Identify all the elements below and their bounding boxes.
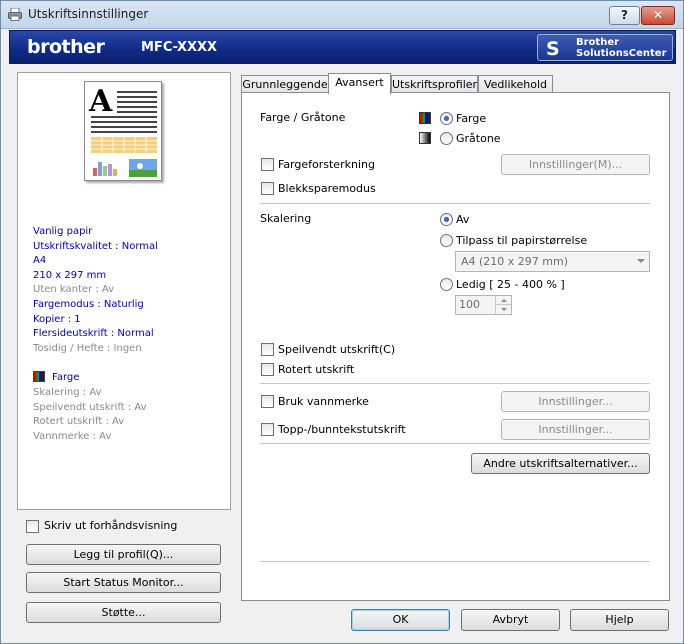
add-profile-button[interactable]: Legg til profil(Q)... bbox=[26, 544, 221, 565]
separator bbox=[260, 383, 650, 384]
stepper-up-icon[interactable] bbox=[495, 296, 511, 305]
support-button[interactable]: Støtte... bbox=[26, 602, 221, 623]
scaling-off-label: Av bbox=[456, 213, 470, 226]
grayscale-option-label: Gråtone bbox=[456, 132, 501, 145]
summary-watermark: Vannmerke : Av bbox=[33, 431, 112, 442]
summary-rotate: Rotert utskrift : Av bbox=[33, 416, 125, 427]
page-preview: A bbox=[84, 81, 162, 181]
rotate-print-checkbox[interactable] bbox=[261, 363, 274, 376]
color-mode-icon bbox=[33, 371, 45, 382]
help-title-button[interactable]: ? bbox=[609, 6, 640, 25]
rotate-print-label: Rotert utskrift bbox=[278, 363, 355, 376]
free-scaling-radio[interactable] bbox=[440, 278, 453, 291]
ink-save-label: Blekksparemodus bbox=[278, 182, 376, 195]
close-button[interactable]: ✕ bbox=[641, 6, 675, 25]
help-button[interactable]: Hjelp bbox=[570, 609, 669, 631]
print-settings-window: Utskriftsinnstillinger ? ✕ brother MFC-X… bbox=[0, 0, 684, 644]
model-name: MFC-XXXX bbox=[141, 40, 218, 55]
chevron-down-icon bbox=[637, 259, 645, 263]
color-enhance-settings-button[interactable]: Innstillinger(M)... bbox=[501, 154, 650, 175]
scaling-value: 100 bbox=[459, 298, 480, 311]
summary-dimensions: 210 x 297 mm bbox=[33, 270, 107, 281]
scaling-off-radio[interactable] bbox=[440, 213, 453, 226]
ink-save-checkbox[interactable] bbox=[261, 182, 274, 195]
summary-box: A Vanlig papir Utskriftskvalitet: Norma… bbox=[17, 72, 231, 510]
solutions-center-icon: S bbox=[546, 38, 560, 60]
color-radio[interactable] bbox=[440, 112, 453, 125]
separator bbox=[260, 561, 650, 562]
free-scaling-label: Ledig [ 25 - 400 % ] bbox=[456, 278, 565, 291]
color-gray-label: Farge / Gråtone bbox=[260, 111, 346, 124]
color-option-label: Farge bbox=[456, 112, 487, 125]
solutions-center-label: Brother SolutionsCenter bbox=[576, 37, 667, 59]
scaling-stepper[interactable]: 100 bbox=[455, 295, 512, 315]
ok-button[interactable]: OK bbox=[351, 609, 450, 631]
watermark-checkbox[interactable] bbox=[261, 395, 274, 408]
print-preview-checkbox[interactable] bbox=[26, 520, 39, 533]
summary-mirror: Speilvendt utskrift : Av bbox=[33, 402, 147, 413]
summary-copies: Kopier : 1 bbox=[33, 314, 81, 325]
header-footer-checkbox[interactable] bbox=[261, 423, 274, 436]
watermark-settings-button[interactable]: Innstillinger... bbox=[501, 391, 650, 412]
brother-banner: brother MFC-XXXX S Brother SolutionsCent… bbox=[9, 30, 676, 64]
separator bbox=[260, 203, 650, 204]
summary-multipage: Flersidеutskrift : Normal bbox=[33, 328, 154, 339]
summary-paper: Vanlig papir bbox=[33, 226, 93, 237]
summary-borderless: Uten kanter : Av bbox=[33, 284, 115, 295]
print-preview-label: Skriv ut forhåndsvisning bbox=[44, 519, 178, 532]
summary-quality: Utskriftskvalitet : Normal bbox=[33, 241, 158, 252]
fit-to-paper-radio[interactable] bbox=[440, 234, 453, 247]
paper-size-value: A4 (210 x 297 mm) bbox=[461, 255, 569, 268]
solutions-center-button[interactable]: S Brother SolutionsCenter bbox=[537, 34, 673, 61]
separator bbox=[260, 443, 650, 444]
summary-color: Farge bbox=[52, 372, 80, 383]
mirror-print-checkbox[interactable] bbox=[261, 343, 274, 356]
settings-summary-panel: A Vanlig papir Utskriftskvalitet: Norma… bbox=[17, 72, 231, 634]
summary-size: A4 bbox=[33, 255, 47, 266]
other-print-options-button[interactable]: Andre utskriftsalternativer... bbox=[471, 453, 650, 474]
color-enhance-label: Fargeforsterkning bbox=[278, 158, 375, 171]
grayscale-radio[interactable] bbox=[440, 132, 453, 145]
header-footer-settings-button[interactable]: Innstillinger... bbox=[501, 419, 650, 440]
color-enhance-checkbox[interactable] bbox=[261, 158, 274, 171]
status-monitor-button[interactable]: Start Status Monitor... bbox=[26, 572, 221, 593]
mirror-print-label: Speilvendt utskrift(C) bbox=[278, 343, 396, 356]
tab-advanced[interactable]: Avansert bbox=[328, 73, 391, 94]
window-title: Utskriftsinnstillinger bbox=[28, 7, 149, 21]
fit-to-paper-label: Tilpass til papirstørrelse bbox=[456, 234, 588, 247]
summary-scaling: Skalering : Av bbox=[33, 387, 102, 398]
paper-size-select[interactable]: A4 (210 x 297 mm) bbox=[455, 251, 650, 272]
watermark-label: Bruk vannmerke bbox=[278, 395, 369, 408]
cancel-button[interactable]: Avbryt bbox=[461, 609, 560, 631]
color-swatch-icon bbox=[419, 112, 431, 124]
brother-logo: brother bbox=[27, 36, 105, 58]
stepper-down-icon[interactable] bbox=[495, 305, 511, 314]
summary-color-mode: Fargemodus : Naturlig bbox=[33, 299, 144, 310]
grayscale-swatch-icon bbox=[419, 132, 431, 144]
printer-icon bbox=[8, 8, 22, 21]
header-footer-label: Topp-/bunntekstutskrift bbox=[278, 423, 406, 436]
title-bar: Utskriftsinnstillinger ? ✕ bbox=[1, 1, 683, 29]
advanced-tab-panel: Farge / Gråtone Farge Gråtone Fargeforst… bbox=[241, 92, 670, 601]
summary-duplex: Tosidig / Hefte : Ingen bbox=[33, 343, 142, 354]
preview-graphics bbox=[91, 91, 157, 177]
scaling-label: Skalering bbox=[260, 212, 312, 225]
